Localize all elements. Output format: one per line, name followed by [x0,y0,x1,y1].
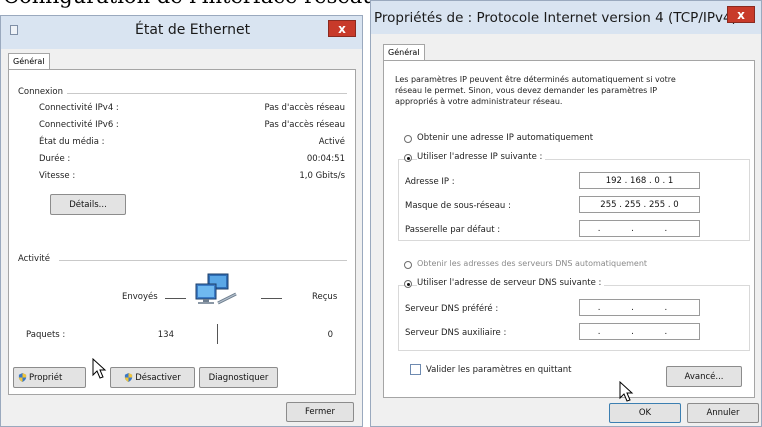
sent-label: Envoyés [122,292,158,302]
received-label: Reçus [312,292,338,302]
subnet-mask-field[interactable]: 255 . 255 . 255 . 0 [579,196,700,213]
alternate-dns-label: Serveur DNS auxiliaire : [405,328,507,338]
preferred-dns-label: Serveur DNS préféré : [405,304,499,314]
general-panel: Les paramètres IP peuvent être déterminé… [383,60,755,398]
ipv6-connectivity-label: Connectivité IPv6 : [39,120,119,130]
received-line [261,298,282,299]
title-bar[interactable]: Propriétés de : Protocole Internet versi… [371,1,761,34]
window-icon [10,25,18,35]
properties-button[interactable]: Propriét [13,367,86,388]
packets-received-value: 0 [327,330,333,340]
ethernet-status-window: État de Ethernet x Général Connexion Con… [0,15,363,427]
activity-separator [217,324,218,344]
alternate-dns-field[interactable]: . . . [579,323,700,340]
close-window-button[interactable]: x [328,20,356,37]
close-window-button[interactable]: x [727,6,755,23]
auto-dns-radio[interactable] [404,261,412,269]
window-title: Propriétés de : Protocole Internet versi… [374,10,737,26]
packets-sent-value: 134 [157,330,174,340]
network-computers-icon [195,273,237,305]
tab-general[interactable]: Général [8,53,50,70]
description-line-2: réseau le permet. Sinon, vous devez dema… [395,86,658,95]
ip-address-label: Adresse IP : [405,177,455,187]
description-line-1: Les paramètres IP peuvent être déterminé… [395,75,676,84]
manual-dns-label[interactable]: Utiliser l'adresse de serveur DNS suivan… [417,278,605,288]
activity-group-line [59,260,347,261]
gateway-label: Passerelle par défaut : [405,225,501,235]
cancel-button[interactable]: Annuler [687,403,759,423]
disable-button[interactable]: Désactiver [110,367,195,388]
manual-dns-group [398,285,750,351]
manual-ip-radio[interactable] [404,154,412,162]
sent-line [165,298,186,299]
shield-icon [18,373,27,382]
validate-checkbox[interactable] [410,364,421,375]
ok-button[interactable]: OK [609,403,681,423]
auto-ip-radio[interactable] [404,135,412,143]
media-state-value: Activé [318,137,345,147]
shield-icon [125,373,133,382]
mouse-cursor-icon [92,358,107,379]
manual-dns-radio[interactable] [404,280,412,288]
close-button[interactable]: Fermer [286,402,354,422]
diagnose-button[interactable]: Diagnostiquer [199,367,278,388]
gateway-field[interactable]: . . . [579,220,700,237]
preferred-dns-field[interactable]: . . . [579,299,700,316]
activity-group-label: Activité [18,254,50,264]
auto-dns-label[interactable]: Obtenir les adresses des serveurs DNS au… [417,259,647,268]
title-bar[interactable]: État de Ethernet x [1,16,362,49]
ipv4-properties-window: Propriétés de : Protocole Internet versi… [370,0,762,427]
connection-group-label: Connexion [18,87,63,97]
packets-label: Paquets : [26,330,66,340]
ipv4-connectivity-label: Connectivité IPv4 : [39,103,119,113]
speed-label: Vitesse : [39,171,76,181]
duration-label: Durée : [39,154,71,164]
ip-address-field[interactable]: 192 . 168 . 0 . 1 [579,172,700,189]
subnet-mask-label: Masque de sous-réseau : [405,201,511,211]
details-button[interactable]: Détails... [50,194,126,215]
tab-general[interactable]: Général [383,44,425,61]
description-line-3: appropriés à votre administrateur réseau… [395,97,563,106]
mouse-cursor-icon [619,381,634,402]
disable-button-label: Désactiver [135,372,181,383]
auto-ip-label[interactable]: Obtenir une adresse IP automatiquement [417,133,593,143]
page-title: Configuration de l'interface réseau [3,0,376,8]
duration-value: 00:04:51 [306,154,345,164]
general-panel: Connexion Connectivité IPv4 : Pas d'accè… [8,69,356,395]
manual-ip-label[interactable]: Utiliser l'adresse IP suivante : [417,152,546,162]
advanced-button[interactable]: Avancé... [666,366,742,387]
ipv6-connectivity-value: Pas d'accès réseau [264,120,345,130]
properties-button-label: Propriét [29,372,63,383]
media-state-label: État du média : [39,137,105,147]
ipv4-connectivity-value: Pas d'accès réseau [264,103,345,113]
speed-value: 1,0 Gbits/s [299,171,345,181]
validate-checkbox-label[interactable]: Valider les paramètres en quittant [426,365,572,375]
connection-group-line [67,93,347,94]
window-title: État de Ethernet [135,22,251,38]
